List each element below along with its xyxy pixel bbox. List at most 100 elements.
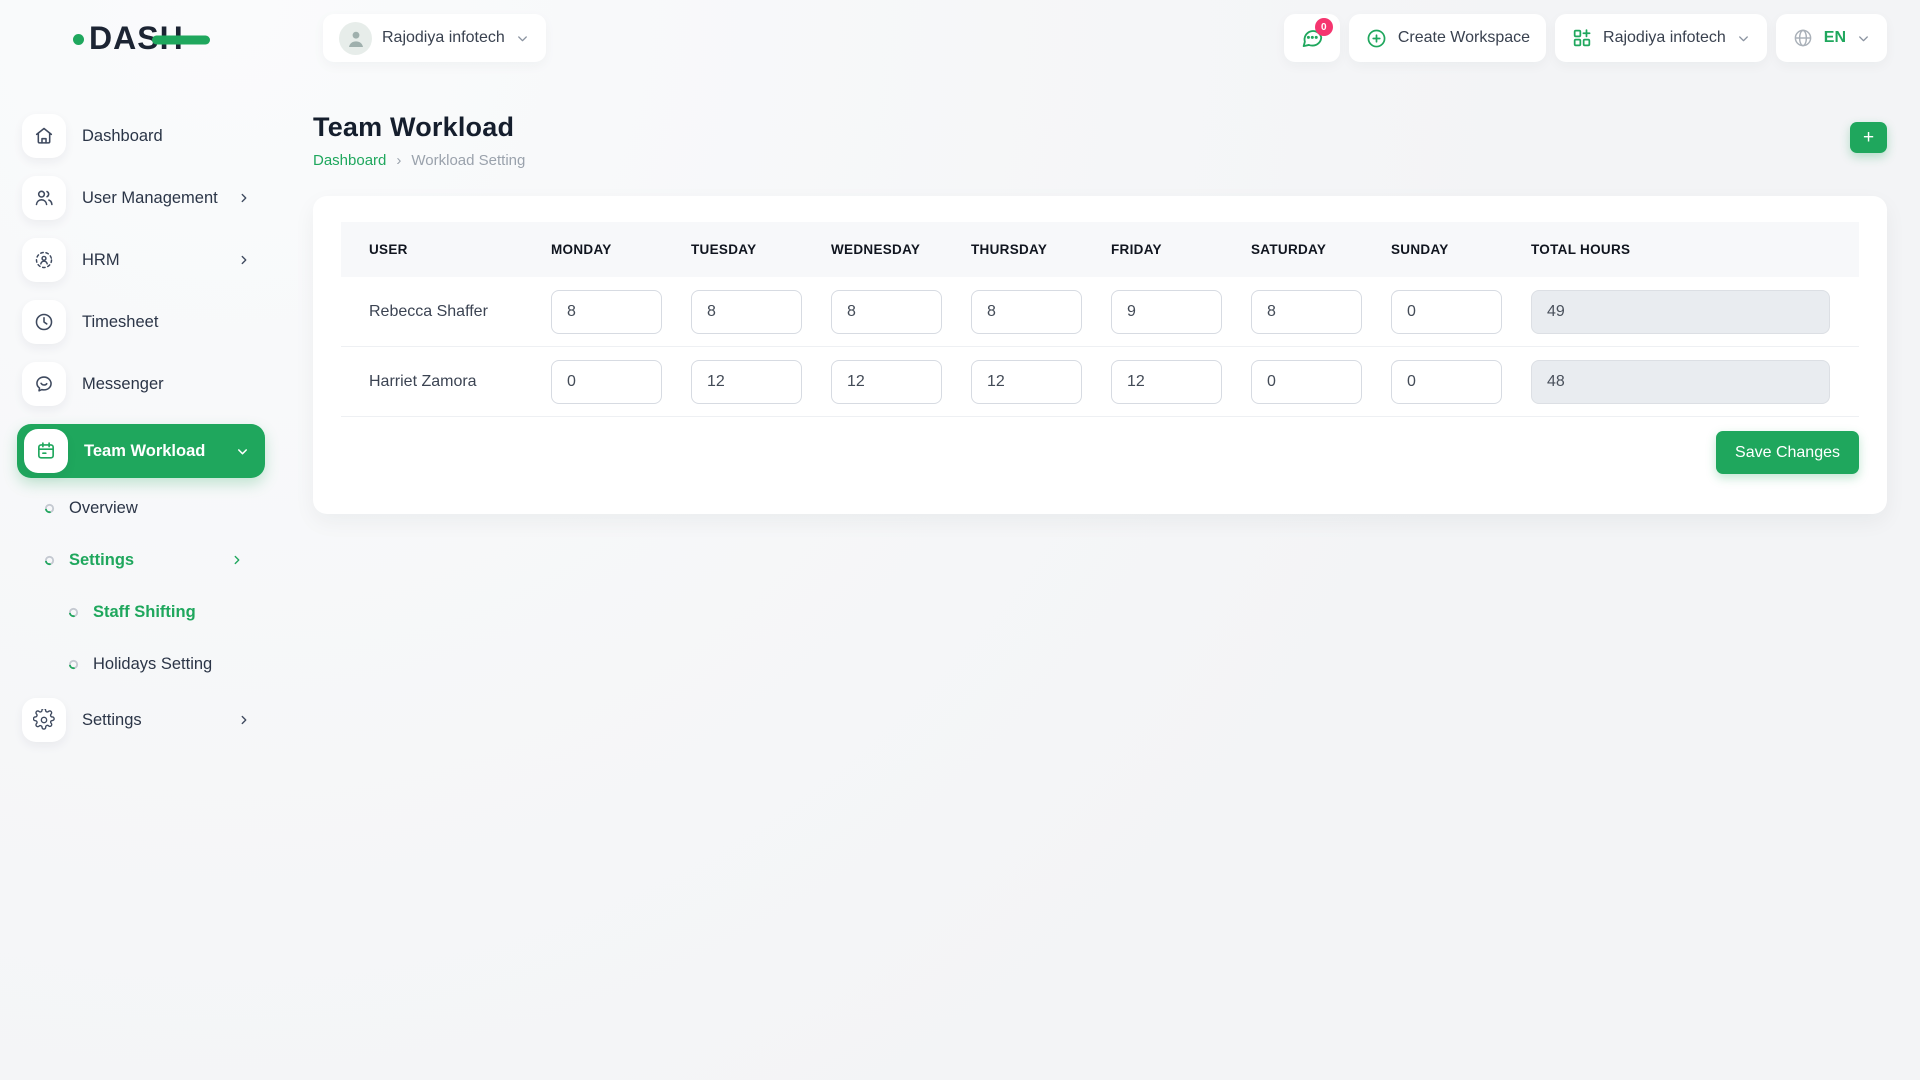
column-header-wednesday: WEDNESDAY bbox=[831, 242, 971, 257]
sidebar-item-label: Settings bbox=[69, 551, 134, 570]
users-icon bbox=[22, 176, 66, 220]
globe-icon bbox=[1792, 27, 1814, 49]
sidebar-item-settings[interactable]: Settings bbox=[22, 698, 265, 742]
hours-input-tuesday[interactable] bbox=[691, 360, 802, 404]
sidebar-item-holidays-setting[interactable]: Holidays Setting bbox=[0, 638, 265, 690]
company-selector-label: Rajodiya infotech bbox=[1603, 29, 1726, 47]
hours-input-thursday[interactable] bbox=[971, 360, 1082, 404]
breadcrumb-separator: › bbox=[396, 152, 401, 169]
hours-input-monday[interactable] bbox=[551, 360, 662, 404]
sidebar-item-label: Messenger bbox=[82, 375, 164, 394]
create-workspace-button[interactable]: Create Workspace bbox=[1349, 14, 1546, 62]
calendar-icon bbox=[24, 429, 68, 473]
column-header-user: USER bbox=[341, 242, 551, 257]
sidebar-item-label: Team Workload bbox=[84, 442, 205, 461]
logo-dash-icon bbox=[152, 35, 210, 44]
sidebar-item-label: Staff Shifting bbox=[93, 603, 196, 622]
logo-area: DASH bbox=[0, 22, 265, 54]
chevron-down-icon bbox=[235, 444, 250, 459]
sidebar-item-staff-shifting[interactable]: Staff Shifting bbox=[0, 586, 265, 638]
clock-icon bbox=[22, 300, 66, 344]
column-header-friday: FRIDAY bbox=[1111, 242, 1251, 257]
hours-input-thursday[interactable] bbox=[971, 290, 1082, 334]
page-head: Team Workload Dashboard › Workload Setti… bbox=[313, 112, 1887, 169]
breadcrumb-link-dashboard[interactable]: Dashboard bbox=[313, 152, 386, 169]
header-actions: 0 Create Workspace Rajodiya infotech EN bbox=[1284, 14, 1887, 62]
card-actions: Save Changes bbox=[341, 431, 1859, 474]
bullet-ring-icon bbox=[44, 503, 55, 514]
add-button[interactable]: + bbox=[1850, 122, 1887, 153]
sidebar-item-messenger[interactable]: Messenger bbox=[22, 362, 265, 406]
hours-input-saturday[interactable] bbox=[1251, 290, 1362, 334]
sidebar-item-team-workload-settings[interactable]: Settings bbox=[0, 534, 265, 586]
hrm-icon bbox=[22, 238, 66, 282]
hours-input-sunday[interactable] bbox=[1391, 290, 1502, 334]
breadcrumb: Dashboard › Workload Setting bbox=[313, 152, 525, 169]
column-header-thursday: THURSDAY bbox=[971, 242, 1111, 257]
sidebar-item-label: Holidays Setting bbox=[93, 655, 212, 674]
sidebar-item-dashboard[interactable]: Dashboard bbox=[22, 114, 265, 158]
app-logo[interactable]: DASH bbox=[73, 22, 184, 54]
column-header-total-hours: TOTAL HOURS bbox=[1531, 242, 1859, 257]
hours-input-wednesday[interactable] bbox=[831, 290, 942, 334]
breadcrumb-current: Workload Setting bbox=[411, 152, 525, 169]
hours-input-friday[interactable] bbox=[1111, 360, 1222, 404]
sidebar-item-team-workload[interactable]: Team Workload bbox=[17, 424, 265, 478]
company-selector[interactable]: Rajodiya infotech bbox=[1555, 14, 1767, 62]
bullet-ring-icon bbox=[68, 607, 79, 618]
chevron-right-icon bbox=[237, 253, 251, 267]
column-header-monday: MONDAY bbox=[551, 242, 691, 257]
user-name: Harriet Zamora bbox=[341, 373, 551, 391]
workload-card: USER MONDAY TUESDAY WEDNESDAY THURSDAY F… bbox=[313, 196, 1887, 514]
messages-button[interactable]: 0 bbox=[1284, 14, 1340, 62]
chevron-down-icon bbox=[1736, 31, 1751, 46]
user-name: Rebecca Shaffer bbox=[341, 303, 551, 321]
create-workspace-label: Create Workspace bbox=[1398, 29, 1530, 47]
sidebar-item-label: Overview bbox=[69, 499, 138, 518]
page-title: Team Workload bbox=[313, 112, 525, 143]
language-selector-label: EN bbox=[1824, 29, 1846, 47]
sidebar-item-timesheet[interactable]: Timesheet bbox=[22, 300, 265, 344]
bullet-ring-icon bbox=[44, 555, 55, 566]
person-icon bbox=[344, 26, 368, 50]
sidebar-item-user-management[interactable]: User Management bbox=[22, 176, 265, 220]
sidebar: Dashboard User Management HRM bbox=[0, 76, 265, 1080]
messages-badge: 0 bbox=[1315, 18, 1333, 36]
table-row: Harriet Zamora bbox=[341, 347, 1859, 417]
sidebar-item-overview[interactable]: Overview bbox=[0, 482, 265, 534]
total-hours-input bbox=[1531, 360, 1830, 404]
workspace-selector[interactable]: Rajodiya infotech bbox=[323, 14, 546, 62]
workspace-selector-label: Rajodiya infotech bbox=[382, 29, 505, 47]
chevron-right-icon bbox=[230, 553, 244, 567]
sidebar-item-label: HRM bbox=[82, 251, 120, 270]
sidebar-item-hrm[interactable]: HRM bbox=[22, 238, 265, 282]
hours-input-sunday[interactable] bbox=[1391, 360, 1502, 404]
workspace-grid-icon bbox=[1571, 27, 1593, 49]
avatar bbox=[339, 22, 372, 55]
gear-icon bbox=[22, 698, 66, 742]
main-content: Team Workload Dashboard › Workload Setti… bbox=[265, 76, 1920, 1080]
sidebar-item-label: Settings bbox=[82, 711, 142, 730]
sidebar-item-label: Timesheet bbox=[82, 313, 158, 332]
hours-input-saturday[interactable] bbox=[1251, 360, 1362, 404]
hours-input-wednesday[interactable] bbox=[831, 360, 942, 404]
plus-circle-icon bbox=[1365, 27, 1388, 50]
sidebar-item-label: Dashboard bbox=[82, 127, 163, 146]
save-changes-button[interactable]: Save Changes bbox=[1716, 431, 1859, 474]
top-header: DASH Rajodiya infotech 0 Create W bbox=[0, 0, 1920, 76]
language-selector[interactable]: EN bbox=[1776, 14, 1887, 62]
hours-input-monday[interactable] bbox=[551, 290, 662, 334]
chevron-right-icon bbox=[237, 191, 251, 205]
column-header-tuesday: TUESDAY bbox=[691, 242, 831, 257]
column-header-saturday: SATURDAY bbox=[1251, 242, 1391, 257]
chevron-right-icon bbox=[237, 713, 251, 727]
hours-input-tuesday[interactable] bbox=[691, 290, 802, 334]
table-header-row: USER MONDAY TUESDAY WEDNESDAY THURSDAY F… bbox=[341, 222, 1859, 277]
column-header-sunday: SUNDAY bbox=[1391, 242, 1531, 257]
messenger-icon bbox=[22, 362, 66, 406]
chevron-down-icon bbox=[1856, 31, 1871, 46]
hours-input-friday[interactable] bbox=[1111, 290, 1222, 334]
app-root: DASH Rajodiya infotech 0 Create W bbox=[0, 0, 1920, 1080]
logo-dot-icon bbox=[73, 34, 84, 45]
chevron-down-icon bbox=[515, 31, 530, 46]
